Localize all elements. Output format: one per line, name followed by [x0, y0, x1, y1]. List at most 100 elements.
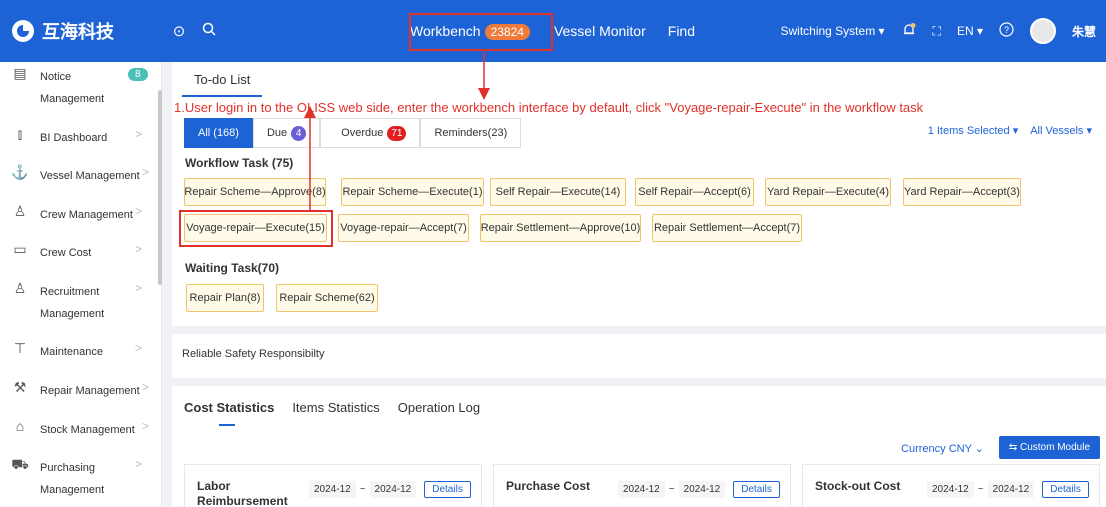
tab-items-statistics[interactable]: Items Statistics: [292, 400, 379, 415]
top-right-tools: Switching System ▾ ⛶ EN ▾ ? 朱慧: [780, 0, 1096, 62]
cart-icon: ⛟: [11, 456, 29, 472]
tool-icon: ⚒: [13, 379, 27, 395]
sidebar: ▤ Notice Management 8 ⫾ BI Dashboard > ⚓ …: [0, 62, 162, 507]
stats-card: Cost Statistics Items Statistics Operati…: [172, 378, 1106, 507]
todo-card: To-do List 1.User login in to the OLISS …: [172, 62, 1106, 326]
logo[interactable]: 互海科技: [0, 0, 160, 62]
nav-find[interactable]: Find: [668, 23, 695, 39]
language-dropdown[interactable]: EN ▾: [957, 24, 983, 38]
custom-module-button[interactable]: ⇆ Custom Module: [998, 436, 1100, 459]
all-vessels-dropdown[interactable]: All Vessels ▾: [1030, 124, 1092, 137]
sidebar-item-label: BI Dashboard: [40, 132, 108, 144]
sidebar-item-stock-management[interactable]: ⌂ Stock Management >: [0, 419, 155, 441]
details-button[interactable]: Details: [733, 481, 780, 498]
chevron-right-icon: >: [135, 127, 143, 141]
date-from[interactable]: 2024-12: [309, 481, 356, 498]
date-range: 2024-12 ~ 2024-12 Details: [618, 481, 780, 498]
chip-self-repair-execute[interactable]: Self Repair—Execute(14): [490, 178, 626, 206]
cost-card-purchase: Purchase Cost 2024-12 ~ 2024-12 Details: [493, 464, 791, 507]
collapse-menu-icon[interactable]: ⊙: [168, 22, 190, 40]
chevron-right-icon: >: [142, 380, 150, 394]
person-icon: ♙: [13, 203, 27, 219]
sidebar-item-bi-dashboard[interactable]: ⫾ BI Dashboard >: [0, 127, 155, 149]
sidebar-item-label: Notice Management: [40, 71, 105, 105]
chip-repair-settlement-accept[interactable]: Repair Settlement—Accept(7): [652, 214, 802, 242]
tab-operation-log[interactable]: Operation Log: [398, 400, 480, 415]
chip-voyage-repair-accept[interactable]: Voyage-repair—Accept(7): [338, 214, 469, 242]
date-to[interactable]: 2024-12: [678, 481, 726, 498]
fullscreen-icon[interactable]: ⛶: [933, 24, 941, 39]
filter-right: 1 Items Selected ▾ All Vessels ▾: [928, 124, 1092, 137]
sidebar-scrollbar[interactable]: [158, 90, 162, 285]
annotation-highlight-workbench: [409, 13, 553, 51]
filter-overdue-label: Overdue: [341, 127, 384, 139]
chevron-right-icon: >: [135, 341, 143, 355]
notice-badge: 8: [128, 68, 148, 81]
chip-yard-repair-execute[interactable]: Yard Repair—Execute(4): [765, 178, 891, 206]
anchor-icon: ⚓: [11, 164, 29, 180]
filter-due-label: Due: [266, 127, 288, 139]
date-separator: ~: [977, 484, 984, 495]
date-from[interactable]: 2024-12: [618, 481, 665, 498]
date-range: 2024-12 ~ 2024-12 Details: [927, 481, 1089, 498]
person-icon: ♙: [13, 280, 27, 296]
sidebar-item-label: Crew Management: [40, 209, 133, 221]
filter-reminders[interactable]: Reminders(23): [420, 118, 522, 148]
avatar[interactable]: [1029, 18, 1056, 44]
filter-all[interactable]: All (168): [184, 118, 253, 148]
sidebar-item-notice[interactable]: ▤ Notice Management 8: [0, 66, 155, 110]
sidebar-item-recruitment[interactable]: ♙ Recruitment Management >: [0, 281, 155, 325]
sidebar-item-label: Stock Management: [40, 424, 135, 436]
svg-text:?: ?: [1004, 25, 1009, 35]
due-count-badge: 4: [291, 125, 307, 141]
warehouse-icon: ⌂: [15, 418, 25, 434]
details-button[interactable]: Details: [1042, 481, 1089, 498]
currency-dropdown[interactable]: Currency CNY ⌄: [901, 442, 984, 455]
cost-card-title: Purchase Cost: [506, 479, 591, 493]
user-name[interactable]: 朱慧: [1072, 23, 1096, 40]
date-to[interactable]: 2024-12: [369, 481, 417, 498]
chevron-right-icon: >: [135, 281, 143, 295]
chip-repair-settlement-approve[interactable]: Repair Settlement—Approve(10): [480, 214, 641, 242]
chip-yard-repair-accept[interactable]: Yard Repair—Accept(3): [903, 178, 1021, 206]
search-icon[interactable]: [198, 22, 220, 40]
chip-repair-scheme-approve[interactable]: Repair Scheme—Approve(8): [184, 178, 326, 206]
filter-due[interactable]: Due 4: [252, 118, 321, 148]
switching-system-dropdown[interactable]: Switching System ▾: [780, 24, 884, 38]
nav-vessel-monitor[interactable]: Vessel Monitor: [554, 23, 646, 39]
notice-icon: ▤: [13, 65, 27, 81]
wallet-icon: ▭: [13, 241, 27, 257]
date-from[interactable]: 2024-12: [927, 481, 974, 498]
chip-repair-scheme[interactable]: Repair Scheme(62): [276, 284, 378, 312]
cost-card-title: Labor Reimbursement: [197, 479, 288, 507]
active-tab-underline: [219, 424, 235, 426]
overdue-count-badge: 71: [387, 125, 407, 141]
date-to[interactable]: 2024-12: [987, 481, 1035, 498]
help-icon[interactable]: ?: [999, 22, 1014, 40]
details-button[interactable]: Details: [424, 481, 471, 498]
sidebar-item-purchasing[interactable]: ⛟ Purchasing Management >: [0, 457, 155, 501]
tab-todo-list[interactable]: To-do List: [182, 64, 263, 97]
sidebar-item-crew-management[interactable]: ♙ Crew Management >: [0, 204, 155, 226]
workflow-task-title: Workflow Task (75): [185, 156, 294, 170]
sidebar-item-label: Recruitment Management: [40, 286, 105, 320]
sidebar-item-repair-management[interactable]: ⚒ Repair Management >: [0, 380, 155, 402]
waiting-task-title: Waiting Task(70): [185, 261, 280, 275]
sidebar-item-crew-cost[interactable]: ▭ Crew Cost >: [0, 242, 155, 264]
chip-self-repair-accept[interactable]: Self Repair—Accept(6): [635, 178, 754, 206]
filter-overdue[interactable]: Overdue 71: [320, 118, 421, 148]
items-selected-dropdown[interactable]: 1 Items Selected ▾: [928, 124, 1019, 137]
safety-label[interactable]: Reliable Safety Responsibilty: [182, 348, 324, 360]
sidebar-item-vessel-management[interactable]: ⚓ Vessel Management >: [0, 165, 155, 187]
chip-repair-scheme-execute[interactable]: Repair Scheme—Execute(1): [341, 178, 484, 206]
tab-cost-statistics[interactable]: Cost Statistics: [184, 400, 274, 415]
annotation-highlight-voyage-repair: [179, 210, 333, 247]
sidebar-item-maintenance[interactable]: ⊤ Maintenance >: [0, 341, 155, 363]
bell-icon[interactable]: [901, 22, 917, 41]
filter-bar: All (168) Due 4 Overdue 71 Reminders(23): [184, 118, 522, 148]
cost-card-labor: Labor Reimbursement 2024-12 ~ 2024-12 De…: [184, 464, 482, 507]
chevron-right-icon: >: [135, 242, 143, 256]
chip-repair-plan[interactable]: Repair Plan(8): [186, 284, 264, 312]
sidebar-item-label: Vessel Management: [40, 170, 140, 182]
sidebar-item-label: Repair Management: [40, 385, 140, 397]
